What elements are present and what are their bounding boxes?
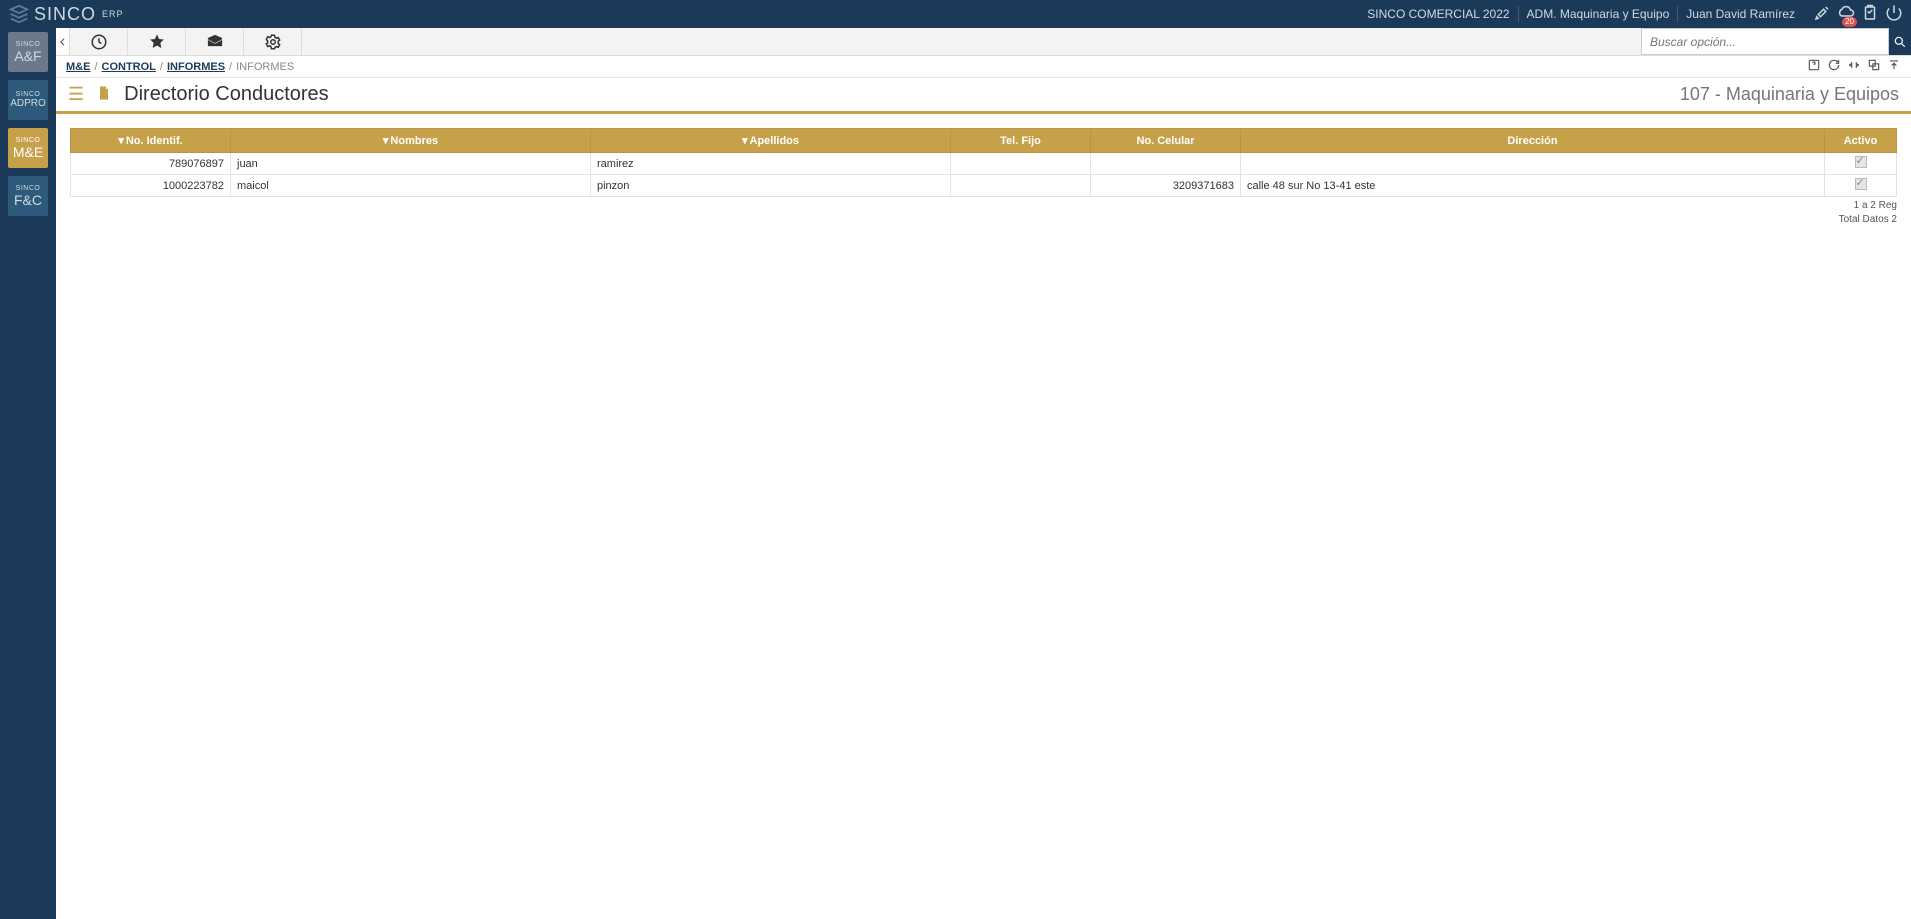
resize-horizontal-icon[interactable] [1847, 58, 1861, 75]
cell-apellidos: pinzon [591, 175, 951, 197]
page-title: Directorio Conductores [124, 83, 329, 106]
cell-tel [951, 175, 1091, 197]
cell-activo [1825, 175, 1897, 197]
toolbar-mail-icon[interactable] [186, 28, 244, 55]
cell-nombres: juan [231, 153, 591, 175]
cell-tel [951, 153, 1091, 175]
cell-apellidos: ramirez [591, 153, 951, 175]
data-grid: ▾No. Identif. ▾Nombres ▾Apellidos Tel. F… [70, 128, 1897, 197]
page-context: 107 - Maquinaria y Equipos [1680, 84, 1899, 105]
grid-header-row: ▾No. Identif. ▾Nombres ▾Apellidos Tel. F… [71, 129, 1897, 153]
toolbar-favorite-icon[interactable] [128, 28, 186, 55]
breadcrumb-1[interactable]: CONTROL [102, 61, 156, 73]
toolbar-settings-icon[interactable] [244, 28, 302, 55]
cell-cel [1091, 153, 1241, 175]
brand-logo[interactable]: SINCO ERP [8, 3, 124, 25]
checkbox-icon [1855, 178, 1867, 190]
search-button[interactable] [1889, 28, 1911, 55]
cell-identif: 1000223782 [71, 175, 231, 197]
col-telfijo[interactable]: Tel. Fijo [951, 129, 1091, 153]
clipboard-icon[interactable] [1861, 4, 1879, 25]
table-row[interactable]: 789076897juanramirez [71, 153, 1897, 175]
help-icon[interactable] [1807, 58, 1821, 75]
popout-icon[interactable] [1867, 58, 1881, 75]
sidebar-item-adpro[interactable]: SINCO ADPRO [8, 80, 48, 120]
col-apellidos[interactable]: ▾Apellidos [591, 129, 951, 153]
col-direccion[interactable]: Dirección [1241, 129, 1825, 153]
menu-icon[interactable]: ☰ [68, 84, 84, 105]
toolbar [56, 28, 1911, 56]
company-label[interactable]: SINCO COMERCIAL 2022 [1367, 7, 1509, 21]
breadcrumb-0[interactable]: M&E [66, 61, 90, 73]
grid-footer: 1 a 2 Reg Total Datos 2 [70, 199, 1897, 227]
toolbar-recent-icon[interactable] [70, 28, 128, 55]
refresh-icon[interactable] [1827, 58, 1841, 75]
cloud-icon[interactable]: 20 [1837, 4, 1855, 25]
header-icons: 20 [1813, 4, 1903, 25]
cell-dir: calle 48 sur No 13-41 este [1241, 175, 1825, 197]
top-header: SINCO ERP SINCO COMERCIAL 2022 ADM. Maqu… [0, 0, 1911, 28]
breadcrumb-2[interactable]: INFORMES [167, 61, 225, 73]
breadcrumb-row: M&E / CONTROL / INFORMES / INFORMES [56, 56, 1911, 78]
user-label[interactable]: Juan David Ramírez [1686, 7, 1795, 21]
cell-activo [1825, 153, 1897, 175]
logo-icon [8, 3, 30, 25]
header-right: SINCO COMERCIAL 2022 ADM. Maquinaria y E… [1367, 4, 1903, 25]
sidebar-item-af[interactable]: SINCO A&F [8, 32, 48, 72]
module-label[interactable]: ADM. Maquinaria y Equipo [1527, 7, 1670, 21]
power-icon[interactable] [1885, 4, 1903, 25]
left-sidebar: SINCO A&F SINCO ADPRO SINCO M&E SINCO F&… [0, 28, 56, 919]
col-identif[interactable]: ▾No. Identif. [71, 129, 231, 153]
cell-identif: 789076897 [71, 153, 231, 175]
table-row[interactable]: 1000223782maicolpinzon 3209371683calle 48… [71, 175, 1897, 197]
cell-dir [1241, 153, 1825, 175]
cloud-badge-count: 20 [1842, 17, 1857, 27]
sidebar-item-fc[interactable]: SINCO F&C [8, 176, 48, 216]
col-nombres[interactable]: ▾Nombres [231, 129, 591, 153]
breadcrumb-3: INFORMES [236, 61, 294, 73]
cell-cel: 3209371683 [1091, 175, 1241, 197]
collapse-up-icon[interactable] [1887, 58, 1901, 75]
grid-total: Total Datos 2 [70, 213, 1897, 227]
col-celular[interactable]: No. Celular [1091, 129, 1241, 153]
breadcrumb-tools [1807, 58, 1901, 75]
checkbox-icon [1855, 156, 1867, 168]
title-bar: ☰ Directorio Conductores 107 - Maquinari… [56, 78, 1911, 114]
content: ▾No. Identif. ▾Nombres ▾Apellidos Tel. F… [56, 114, 1911, 227]
col-activo[interactable]: Activo [1825, 129, 1897, 153]
document-icon [96, 85, 112, 104]
brand-text: SINCO [34, 4, 96, 25]
brand-sub: ERP [102, 9, 124, 19]
cell-nombres: maicol [231, 175, 591, 197]
grid-range: 1 a 2 Reg [70, 199, 1897, 213]
search-wrap [1641, 28, 1911, 55]
tools-icon[interactable] [1813, 4, 1831, 25]
toolbar-collapse[interactable] [56, 28, 70, 55]
sidebar-item-me[interactable]: SINCO M&E [8, 128, 48, 168]
search-input[interactable] [1641, 28, 1889, 55]
